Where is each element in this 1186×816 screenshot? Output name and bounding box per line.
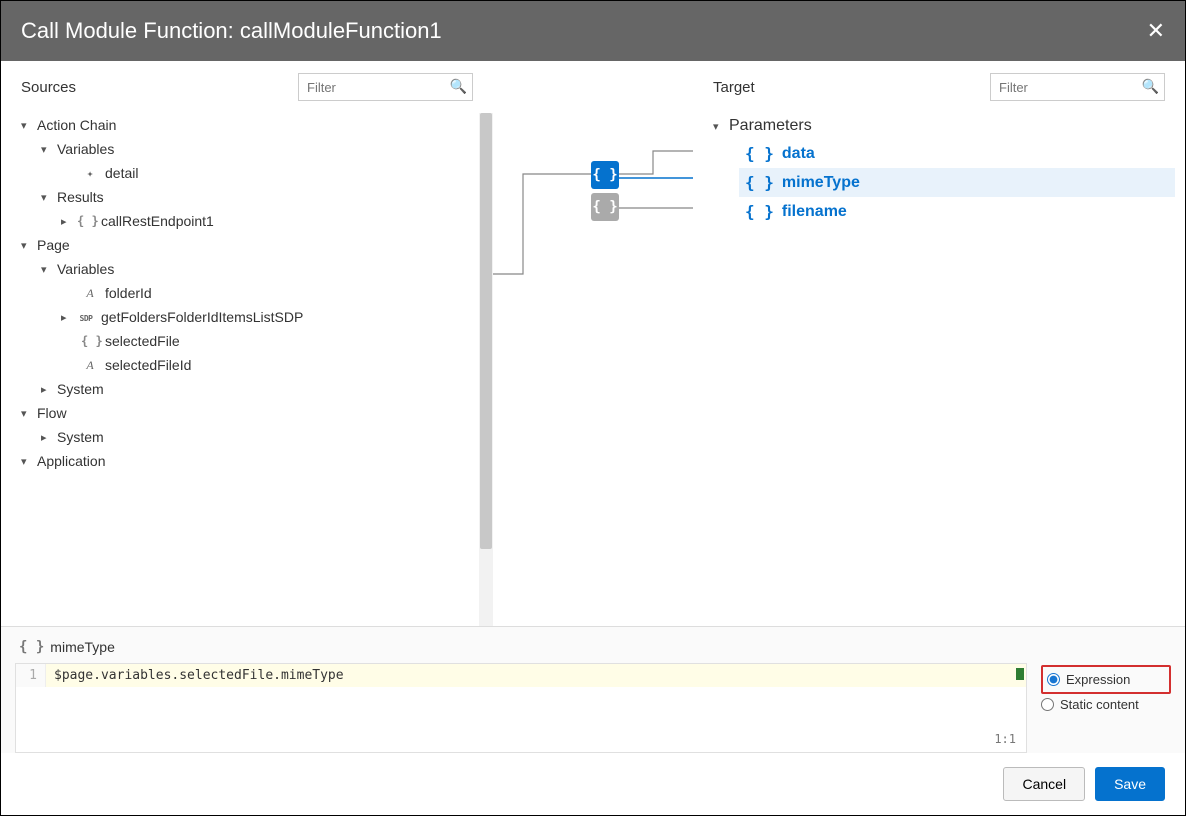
sources-tree: Action Chain Variables detail Results { … <box>1 113 493 626</box>
param-data[interactable]: { }data <box>739 139 1175 168</box>
expression-editor-section: { } mimeType 1 $page.variables.selectedF… <box>1 626 1185 753</box>
tree-page-variables[interactable]: Variables <box>21 257 477 281</box>
dialog-footer: Cancel Save <box>1 753 1185 815</box>
close-icon[interactable]: ✕ <box>1147 18 1165 44</box>
target-filter: 🔍 <box>990 73 1165 101</box>
tree-selectedfileid[interactable]: selectedFileId <box>21 353 477 377</box>
param-mimetype[interactable]: { }mimeType <box>739 168 1175 197</box>
highlight-expression: Expression <box>1041 665 1171 694</box>
radio-static-input[interactable] <box>1041 698 1054 711</box>
tree-system-page[interactable]: System <box>21 377 477 401</box>
var-icon <box>81 286 99 301</box>
mapping-area: Sources 🔍 Action Chain Variables detail <box>1 61 1185 626</box>
braces-icon: { } <box>77 214 95 228</box>
detail-icon <box>81 166 99 180</box>
code-text[interactable]: $page.variables.selectedFile.mimeType <box>46 664 1026 687</box>
tree-application[interactable]: Application <box>21 449 477 473</box>
tree-selectedfile[interactable]: { }selectedFile <box>21 329 477 353</box>
sdp-icon <box>77 310 95 324</box>
sources-scroll: Action Chain Variables detail Results { … <box>1 113 493 626</box>
editor-row: 1 $page.variables.selectedFile.mimeType … <box>15 663 1171 753</box>
save-button[interactable]: Save <box>1095 767 1165 801</box>
target-filter-input[interactable] <box>990 73 1165 101</box>
target-parameters[interactable]: Parameters <box>713 113 1175 139</box>
braces-icon: { } <box>19 639 44 655</box>
tree-sdp[interactable]: getFoldersFolderIdItemsListSDP <box>21 305 477 329</box>
mapping-badge[interactable]: { } <box>591 193 619 221</box>
mode-radios: Expression Static content <box>1041 663 1171 715</box>
mapping-badge-active[interactable]: { } <box>591 161 619 189</box>
sources-panel: Sources 🔍 Action Chain Variables detail <box>1 61 493 626</box>
selected-target-label: mimeType <box>50 639 115 655</box>
sources-heading: Sources <box>21 79 76 96</box>
valid-indicator-icon <box>1016 668 1024 680</box>
cursor-position: 1:1 <box>994 732 1016 746</box>
sources-filter-input[interactable] <box>298 73 473 101</box>
scrollbar-thumb[interactable] <box>480 113 492 549</box>
radio-expression-input[interactable] <box>1047 673 1060 686</box>
tree-folderid[interactable]: folderId <box>21 281 477 305</box>
radio-expression[interactable]: Expression <box>1047 669 1165 690</box>
target-header: Target 🔍 <box>693 61 1185 113</box>
braces-icon: { } <box>745 202 774 221</box>
titlebar: Call Module Function: callModuleFunction… <box>1 1 1185 61</box>
tree-detail[interactable]: detail <box>21 161 477 185</box>
tree-variables[interactable]: Variables <box>21 137 477 161</box>
scrollbar[interactable] <box>479 113 493 626</box>
braces-icon: { } <box>745 173 774 192</box>
tree-flow[interactable]: Flow <box>21 401 477 425</box>
braces-icon: { } <box>745 144 774 163</box>
code-editor[interactable]: 1 $page.variables.selectedFile.mimeType … <box>15 663 1027 753</box>
line-number: 1 <box>16 664 46 687</box>
var-icon <box>81 358 99 373</box>
sources-filter: 🔍 <box>298 73 473 101</box>
connector-area: { } { } <box>493 61 693 626</box>
radio-static[interactable]: Static content <box>1041 694 1171 715</box>
tree-callrest[interactable]: { }callRestEndpoint1 <box>21 209 477 233</box>
tree-page[interactable]: Page <box>21 233 477 257</box>
param-filename[interactable]: { }filename <box>739 197 1175 226</box>
target-tree: Parameters { }data { }mimeType { }filena… <box>693 113 1185 626</box>
sources-header: Sources 🔍 <box>1 61 493 113</box>
tree-results[interactable]: Results <box>21 185 477 209</box>
dialog-root: Call Module Function: callModuleFunction… <box>0 0 1186 816</box>
tree-system-flow[interactable]: System <box>21 425 477 449</box>
target-panel: Target 🔍 Parameters { }data { }mimeType … <box>693 61 1185 626</box>
target-heading: Target <box>713 79 755 96</box>
braces-icon: { } <box>81 334 99 348</box>
selected-target-path: { } mimeType <box>15 635 1171 663</box>
tree-action-chain[interactable]: Action Chain <box>21 113 477 137</box>
dialog-title: Call Module Function: callModuleFunction… <box>21 18 442 44</box>
cancel-button[interactable]: Cancel <box>1003 767 1085 801</box>
dialog-body: Sources 🔍 Action Chain Variables detail <box>1 61 1185 815</box>
